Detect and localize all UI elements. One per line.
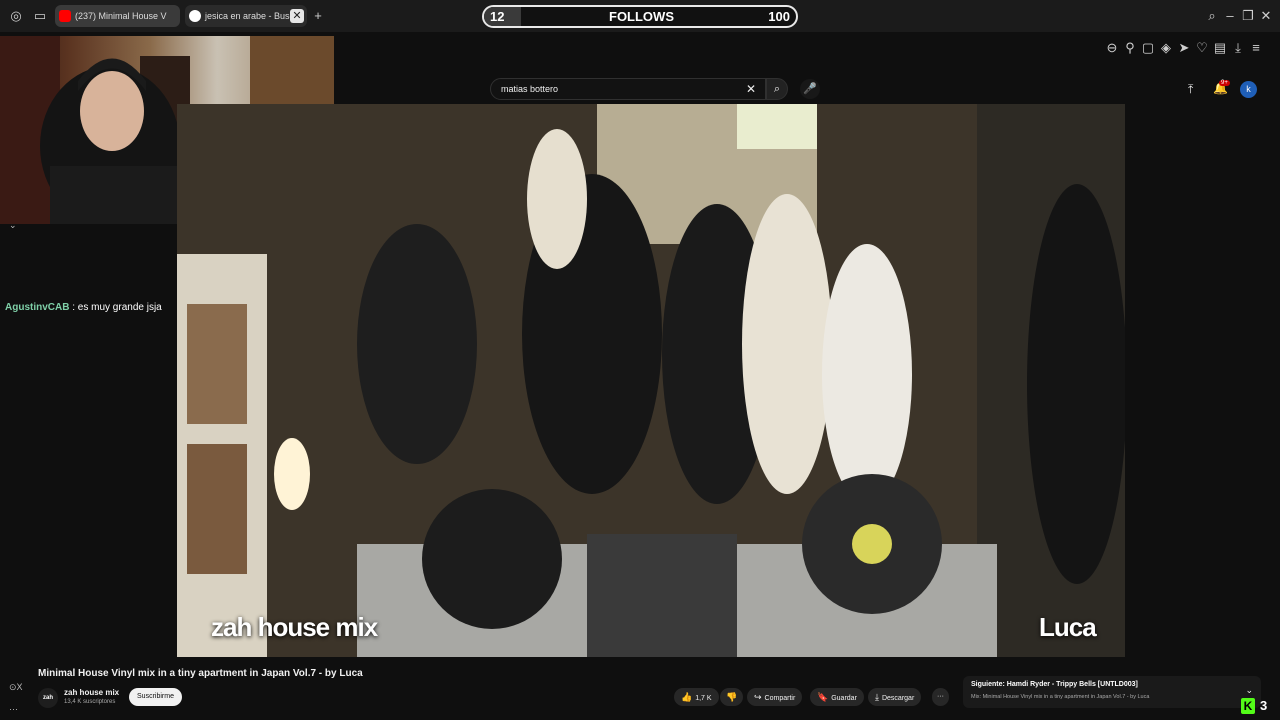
browser-toolbar: ⊖ ⚲ ▢ ◈ ➤ ♡ ▤ ⤓ ≡ xyxy=(334,32,1280,74)
next-up-title: Siguiente: Hamdi Ryder - Trippy Bells [U… xyxy=(971,681,1138,688)
share-icon: ↪ xyxy=(754,692,762,702)
sidebar-label-top[interactable]: ⊙X xyxy=(9,682,23,693)
minimize-icon[interactable]: – xyxy=(1222,8,1238,24)
close-window-icon[interactable]: ✕ xyxy=(1258,8,1274,24)
voice-search-button[interactable]: 🎤 xyxy=(800,79,820,99)
heart-icon[interactable]: ♡ xyxy=(1194,40,1210,56)
youtube-favicon-icon xyxy=(59,10,71,22)
search-icon[interactable]: ⌕ xyxy=(1204,8,1220,24)
sidebar-menu-icon[interactable]: ≡ xyxy=(1248,40,1264,56)
more-options-icon[interactable]: ··· xyxy=(9,704,18,714)
next-up-subtitle: Mix: Minimal House Vinyl mix in a tiny a… xyxy=(971,694,1150,700)
subscribe-button[interactable]: Suscribirme xyxy=(129,688,182,706)
kick-logo-icon: K xyxy=(1241,698,1255,714)
more-actions-button[interactable]: ··· xyxy=(932,688,949,706)
search-input-value: matias bottero xyxy=(501,84,559,94)
clear-search-icon[interactable]: ✕ xyxy=(746,82,756,96)
video-overlay-channel-text: zah house mix xyxy=(211,612,378,642)
google-favicon-icon xyxy=(189,10,201,22)
search-button[interactable]: ⌕ xyxy=(766,78,788,100)
bookmark-icon: 🔖 xyxy=(817,692,829,702)
chat-message: AgustinvCAB : es muy grande jsja xyxy=(5,302,162,313)
chat-username: AgustinvCAB xyxy=(5,302,70,313)
thumbs-down-icon: 👎 xyxy=(726,692,738,702)
share-label: Compartir xyxy=(764,695,796,702)
chevron-down-icon[interactable]: ⌄ xyxy=(1245,685,1253,696)
channel-avatar[interactable]: zah xyxy=(38,688,58,708)
search-icon: ⌕ xyxy=(773,83,781,95)
download-label: Descargar xyxy=(881,695,915,702)
snapshot-icon[interactable]: ▢ xyxy=(1140,40,1156,56)
follows-target: 100 xyxy=(768,9,790,24)
zoom-out-icon[interactable]: ⊖ xyxy=(1104,40,1120,56)
video-title: Minimal House Vinyl mix in a tiny apartm… xyxy=(38,668,363,679)
like-count: 1,7 K xyxy=(695,695,712,702)
tab-youtube[interactable]: (237) Minimal House V xyxy=(55,5,180,27)
tab-label: (237) Minimal House V xyxy=(75,11,167,21)
notification-badge: 9+ xyxy=(1219,80,1230,86)
channel-name[interactable]: zah house mix xyxy=(64,688,119,697)
save-button[interactable]: 🔖 Guardar xyxy=(810,688,864,706)
shield-icon[interactable]: ◈ xyxy=(1158,40,1174,56)
pin-icon[interactable]: ⚲ xyxy=(1122,40,1138,56)
video-frame xyxy=(177,104,1125,657)
follows-current: 12 xyxy=(490,9,505,24)
browser-menu-icon[interactable]: ◎ xyxy=(8,8,24,24)
restore-icon[interactable]: ❐ xyxy=(1240,8,1256,24)
search-input[interactable]: matias bottero xyxy=(490,78,766,100)
kick-viewer-badge: K 3 xyxy=(1241,698,1279,716)
thumbs-up-icon: 👍 xyxy=(681,692,693,702)
video-player[interactable]: zah house mix Luca xyxy=(177,104,1125,657)
like-button[interactable]: 👍 1,7 K xyxy=(674,688,719,706)
tab-google-search[interactable]: jesica en arabe - Busc ✕ xyxy=(185,5,307,27)
share-button[interactable]: ↪ Compartir xyxy=(747,688,803,706)
wallet-icon[interactable]: ▤ xyxy=(1212,40,1228,56)
chat-text: : es muy grande jsja xyxy=(72,302,162,313)
microphone-icon: 🎤 xyxy=(803,83,817,95)
download-icon: ⤓ xyxy=(875,692,879,702)
video-overlay-artist-text: Luca xyxy=(1039,612,1097,642)
chevron-down-icon[interactable]: ⌄ xyxy=(9,220,17,231)
follows-goal-bar: 12 FOLLOWS 100 xyxy=(482,5,798,28)
channel-subscribers: 13,4 K suscriptores xyxy=(64,699,116,705)
download-icon[interactable]: ⤓ xyxy=(1230,40,1246,56)
next-up-panel[interactable]: Siguiente: Hamdi Ryder - Trippy Bells [U… xyxy=(963,676,1261,708)
upload-icon[interactable]: ⤒ xyxy=(1188,82,1193,97)
send-icon[interactable]: ➤ xyxy=(1176,40,1192,56)
plus-icon[interactable]: + xyxy=(310,8,326,24)
tab-label: jesica en arabe - Busc xyxy=(205,11,295,21)
account-avatar[interactable]: k xyxy=(1240,81,1257,98)
kick-viewer-count: 3 xyxy=(1260,698,1268,713)
download-button[interactable]: ⤓ Descargar xyxy=(868,688,922,706)
close-tab-icon[interactable]: ✕ xyxy=(290,9,304,23)
dislike-button[interactable]: 👎 xyxy=(720,688,744,706)
tab-manager-icon[interactable]: ▭ xyxy=(32,8,48,24)
follows-label: FOLLOWS xyxy=(609,9,674,24)
save-label: Guardar xyxy=(831,695,857,702)
